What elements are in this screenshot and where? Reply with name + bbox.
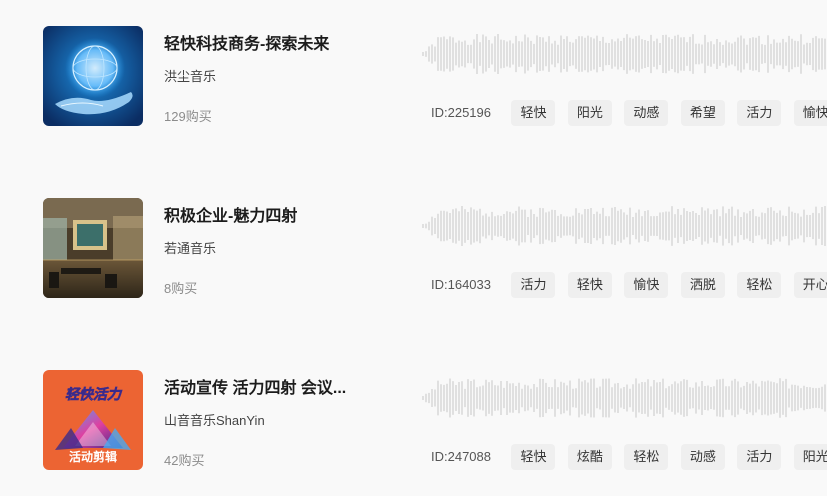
tag[interactable]: 动感 — [624, 100, 669, 126]
office-interior-icon — [43, 198, 143, 298]
track-artist[interactable]: 山音音乐ShanYin — [164, 410, 265, 429]
tag[interactable]: 洒脱 — [680, 272, 725, 298]
track-artist[interactable]: 洪尘音乐 — [164, 66, 216, 85]
tag[interactable]: 轻快 — [567, 272, 612, 298]
tag[interactable]: 活力 — [511, 272, 556, 298]
track-cover[interactable] — [43, 26, 143, 126]
glowing-globe-hand-icon — [43, 26, 143, 126]
waveform-graphic — [422, 34, 826, 74]
waveform[interactable] — [422, 34, 827, 74]
cover-bottom-text: 活动剪辑 — [69, 449, 117, 464]
tag-list: ID:225196 轻快 阳光 动感 希望 活力 愉快 — [422, 100, 827, 126]
tag[interactable]: 轻松 — [737, 272, 782, 298]
tag[interactable]: 动感 — [680, 444, 725, 470]
waveform[interactable] — [422, 206, 827, 246]
track-item[interactable]: 轻快活力 活动剪辑 活动宣传 活力四射 会议... 山音音乐ShanYin 42… — [0, 370, 827, 480]
track-title[interactable]: 轻快科技商务-探索未来 — [164, 30, 329, 54]
tag[interactable]: 活力 — [737, 444, 782, 470]
track-id: ID:164033 — [431, 277, 491, 292]
waveform[interactable] — [422, 378, 827, 418]
purchase-count: 42购买 — [164, 453, 205, 468]
track-item[interactable]: 轻快科技商务-探索未来 洪尘音乐 129购买 ID:225196 轻快 阳光 动… — [0, 26, 827, 136]
track-item[interactable]: 积极企业-魅力四射 若通音乐 8购买 ID:164033 活力 轻快 愉快 洒脱… — [0, 198, 827, 308]
tag[interactable]: 愉快 — [624, 272, 669, 298]
track-title[interactable]: 积极企业-魅力四射 — [164, 202, 297, 226]
tag[interactable]: 阳光 — [567, 100, 612, 126]
track-id: ID:225196 — [431, 105, 491, 120]
tag-list: ID:247088 轻快 炫酷 轻松 动感 活力 阳光 — [422, 444, 827, 470]
track-cover[interactable]: 轻快活力 活动剪辑 — [43, 370, 143, 470]
tag[interactable]: 阳光 — [793, 444, 827, 470]
waveform-graphic — [422, 206, 826, 246]
purchase-count: 129购买 — [164, 109, 212, 124]
waveform-graphic — [422, 378, 826, 418]
tag[interactable]: 愉快 — [793, 100, 827, 126]
tag[interactable]: 轻快 — [511, 444, 556, 470]
event-edit-logo-icon: 轻快活力 活动剪辑 — [43, 370, 143, 470]
tag[interactable]: 开心 — [793, 272, 827, 298]
track-id: ID:247088 — [431, 449, 491, 464]
track-artist[interactable]: 若通音乐 — [164, 238, 216, 257]
tag[interactable]: 轻快 — [511, 100, 556, 126]
tag[interactable]: 炫酷 — [567, 444, 612, 470]
tag[interactable]: 轻松 — [624, 444, 669, 470]
track-cover[interactable] — [43, 198, 143, 298]
tag[interactable]: 活力 — [737, 100, 782, 126]
purchase-count: 8购买 — [164, 281, 198, 296]
track-title[interactable]: 活动宣传 活力四射 会议... — [164, 374, 346, 398]
cover-top-text: 轻快活力 — [65, 386, 123, 403]
tag-list: ID:164033 活力 轻快 愉快 洒脱 轻松 开心 — [422, 272, 827, 298]
tag[interactable]: 希望 — [680, 100, 725, 126]
